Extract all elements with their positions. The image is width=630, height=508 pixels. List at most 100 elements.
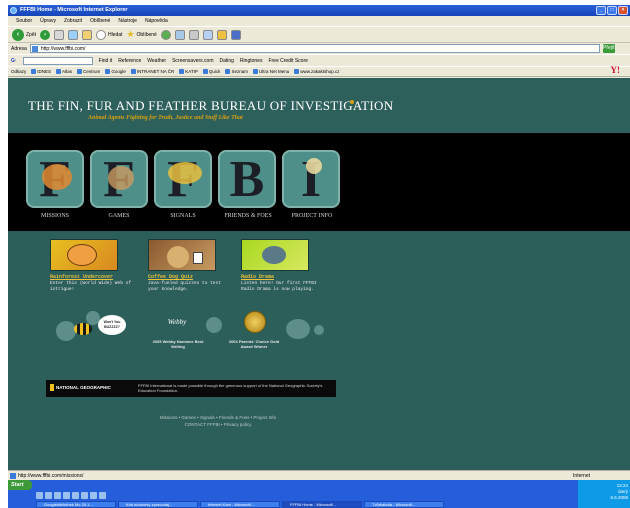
history-icon[interactable] bbox=[160, 29, 171, 40]
promo-coffee-text: Java-fueled quizzes to test your knowled… bbox=[148, 281, 221, 292]
mail-icon[interactable] bbox=[174, 29, 185, 40]
messenger-icon[interactable] bbox=[230, 29, 241, 40]
address-input[interactable]: http://www.fffbi.com/ bbox=[29, 44, 600, 53]
task-button-active[interactable]: FFFBI Home - Microsoft... bbox=[282, 501, 362, 508]
buzz-badge[interactable]: Won't You BUZZZZ? bbox=[98, 315, 126, 335]
quicklaunch-icon[interactable] bbox=[63, 492, 70, 499]
task-button[interactable]: Internet Kam - Microsoft... bbox=[200, 501, 280, 508]
radio-drama-promo-image[interactable] bbox=[241, 239, 309, 271]
favorites-button[interactable]: ★ Oblíbené bbox=[126, 29, 156, 40]
page-body: Rainforest Undercover Enter this (World … bbox=[8, 231, 630, 470]
dating-button[interactable]: Dating bbox=[219, 58, 233, 64]
link-icon bbox=[179, 69, 185, 75]
link-icon bbox=[105, 69, 111, 75]
maximize-button[interactable]: □ bbox=[607, 6, 617, 15]
link-centrum[interactable]: Centrum bbox=[77, 68, 101, 75]
nav-tile-games[interactable]: F bbox=[90, 150, 148, 208]
nav-tile-missions[interactable]: F bbox=[26, 150, 84, 208]
menu-help[interactable]: Nápověda bbox=[145, 16, 168, 26]
star-icon: ★ bbox=[126, 29, 135, 39]
home-icon[interactable] bbox=[82, 29, 93, 40]
link-label: Centrum bbox=[83, 68, 101, 74]
nav-tile-project-info[interactable]: I bbox=[282, 150, 340, 208]
promo-coffee-title[interactable]: Coffee Dog Quiz bbox=[148, 274, 193, 280]
g-logo-icon: G· bbox=[11, 57, 17, 64]
nav-label-games[interactable]: GAMES bbox=[84, 213, 154, 219]
start-button[interactable]: Start bbox=[8, 480, 32, 490]
promo-rainforest-title[interactable]: Rainforest Undercover bbox=[50, 274, 113, 280]
coffee-dog-promo-image[interactable] bbox=[148, 239, 216, 271]
link-google[interactable]: Google bbox=[105, 69, 126, 75]
find-it-button[interactable]: Find it bbox=[99, 58, 113, 64]
screensavers-button[interactable]: Screensavers.com bbox=[172, 58, 213, 64]
window-controls: _ □ × bbox=[596, 6, 628, 15]
search-button[interactable]: Hledat bbox=[96, 29, 122, 40]
quicklaunch-icon[interactable] bbox=[99, 492, 106, 499]
back-button[interactable]: ‹ Zpět bbox=[12, 28, 36, 41]
natgeo-banner[interactable]: NATIONAL GEOGRAPHIC FFFBI International … bbox=[46, 380, 336, 397]
quicklaunch-icon[interactable] bbox=[36, 492, 43, 499]
print-icon[interactable] bbox=[188, 29, 199, 40]
nav-label-missions[interactable]: MISSIONS bbox=[20, 213, 90, 219]
nav-tile-signals[interactable]: F bbox=[154, 150, 212, 208]
folder-icon[interactable] bbox=[216, 29, 227, 40]
menu-view[interactable]: Zobrazit bbox=[64, 16, 82, 26]
menu-favorites[interactable]: Oblíbené bbox=[90, 16, 110, 26]
credit-score-button[interactable]: Free Credit Score bbox=[268, 58, 307, 64]
nav-label-project-info[interactable]: PROJECT INFO bbox=[277, 213, 347, 219]
task-button[interactable]: Tvůrkabuta - Microsoft... bbox=[364, 501, 444, 508]
coffee-cup-icon bbox=[193, 252, 203, 264]
stop-icon[interactable] bbox=[54, 29, 65, 40]
refresh-icon[interactable] bbox=[68, 29, 79, 40]
menu-file[interactable]: Soubor bbox=[16, 16, 32, 26]
weather-button[interactable]: Weather bbox=[147, 58, 166, 64]
link-idnes[interactable]: IDNES bbox=[31, 69, 51, 75]
link-ultranet[interactable]: Ultra Net Menu bbox=[252, 69, 289, 75]
menu-edit[interactable]: Úpravy bbox=[40, 16, 56, 26]
menu-tools[interactable]: Nástroje bbox=[118, 16, 137, 26]
quicklaunch-icon[interactable] bbox=[90, 492, 97, 499]
link-atlas[interactable]: Atlas bbox=[56, 69, 72, 75]
quick-launch bbox=[36, 492, 106, 499]
edit-icon[interactable] bbox=[202, 29, 213, 40]
nav-letter: B bbox=[229, 151, 265, 208]
parents-choice-medal-icon[interactable] bbox=[244, 311, 266, 333]
link-quick[interactable]: Quick bbox=[202, 69, 220, 75]
rainforest-promo-image[interactable] bbox=[50, 239, 118, 271]
webby-logo[interactable]: Webby bbox=[162, 311, 192, 333]
task-button[interactable]: Kód souborky zpravodaj... bbox=[118, 501, 198, 508]
tiger-agent-icon bbox=[42, 164, 72, 190]
quicklaunch-icon[interactable] bbox=[81, 492, 88, 499]
go-button[interactable]: Přejít bbox=[602, 44, 615, 53]
link-seznam[interactable]: Seznam bbox=[225, 69, 248, 75]
footer-nav-links[interactable]: Missions • Games • Signals • Friends & F… bbox=[88, 414, 348, 421]
webby-caption: 2005 Webby Nominee Best Writing bbox=[152, 339, 204, 349]
link-icon bbox=[77, 69, 83, 75]
close-button[interactable]: × bbox=[618, 6, 628, 15]
link-intranet[interactable]: INTRANET NA ČR bbox=[130, 69, 174, 75]
minimize-button[interactable]: _ bbox=[596, 6, 606, 15]
yahoo-logo: Y! bbox=[610, 65, 621, 75]
owl-agent-icon bbox=[108, 166, 134, 190]
site-title: The Fin, Fur and Feather Bureau of Inves… bbox=[28, 98, 394, 113]
quicklaunch-icon[interactable] bbox=[72, 492, 79, 499]
link-katip[interactable]: KATIP bbox=[179, 69, 198, 75]
nav-label-friends-foes[interactable]: FRIENDS & FOES bbox=[213, 213, 283, 219]
footer-contact-links[interactable]: CONTACT FFFBI • Privacy policy bbox=[88, 421, 348, 428]
nav-tile-friends-foes[interactable]: B bbox=[218, 150, 276, 208]
link-icon bbox=[56, 69, 62, 75]
promo-radio-title[interactable]: Radio Drama bbox=[241, 274, 274, 280]
link-icon bbox=[294, 69, 300, 75]
window-titlebar: FFFBI Home - Microsoft Internet Explorer… bbox=[8, 5, 630, 16]
nav-label-signals[interactable]: SIGNALS bbox=[148, 213, 218, 219]
google-search-input[interactable] bbox=[22, 56, 93, 65]
ringtones-button[interactable]: Ringtones bbox=[240, 58, 263, 64]
clock[interactable]: 12:24 úterý 6.6.2006 bbox=[610, 483, 628, 501]
reference-button[interactable]: Reference bbox=[118, 58, 141, 64]
forward-button[interactable]: › bbox=[40, 29, 51, 40]
quicklaunch-icon[interactable] bbox=[45, 492, 52, 499]
task-button[interactable]: Googlebibliothek Mo 20.1... bbox=[36, 501, 116, 508]
quicklaunch-icon[interactable] bbox=[54, 492, 61, 499]
link-shop[interactable]: www.zakaktshop.cz bbox=[294, 69, 339, 75]
footer-links: Missions • Games • Signals • Friends & F… bbox=[88, 414, 348, 428]
